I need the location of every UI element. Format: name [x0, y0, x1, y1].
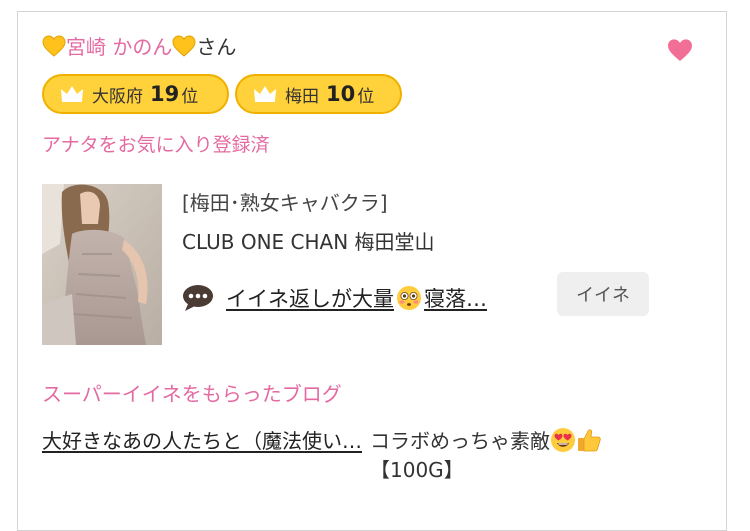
blog-title-link[interactable]: 大好きなあの人たちと（魔法使い…	[42, 427, 362, 456]
message-text-after: 寝落…	[424, 287, 487, 311]
rank-badge-prefecture[interactable]: 大阪府 19 位	[42, 74, 229, 114]
shop-name[interactable]: CLUB ONE CHAN 梅田堂山	[182, 226, 435, 255]
message-row: イイネ返しが大量 寝落…	[182, 283, 487, 313]
comment-text: コラボめっちゃ素敵	[370, 429, 550, 453]
rank-unit: 位	[357, 86, 375, 107]
favorite-heart-icon[interactable]	[667, 38, 693, 62]
yellow-heart-icon	[42, 35, 66, 57]
rank-area: 大阪府	[92, 86, 143, 107]
message-text-before: イイネ返しが大量	[226, 287, 394, 311]
cast-photo[interactable]	[42, 184, 162, 345]
rank-area: 梅田	[285, 86, 319, 107]
honorific: さん	[196, 35, 237, 59]
yellow-heart-icon	[172, 35, 196, 57]
crown-icon	[61, 86, 83, 102]
super-iine-amount: 【100G】	[370, 458, 464, 482]
speech-bubble-icon	[183, 285, 213, 311]
flushed-face-icon	[397, 286, 421, 310]
rank-number: 10	[326, 82, 356, 106]
crown-icon	[254, 86, 276, 102]
rank-badge-area[interactable]: 梅田 10 位	[235, 74, 402, 114]
cast-name-row: 宮崎 かのん さん	[42, 33, 236, 61]
iine-button[interactable]: イイネ	[557, 272, 649, 316]
super-iine-section-title: スーパーイイネをもらったブログ	[42, 382, 342, 406]
rank-unit: 位	[181, 86, 199, 107]
cast-photo-image	[42, 184, 162, 345]
cast-name[interactable]: 宮崎 かのん	[66, 35, 172, 59]
message-link[interactable]: イイネ返しが大量 寝落…	[226, 283, 487, 313]
rank-number: 19	[150, 82, 180, 106]
shop-category: [梅田･熟女キャバクラ]	[182, 191, 388, 215]
heart-eyes-face-icon	[551, 428, 575, 452]
favorite-status-text: アナタをお気に入り登録済	[42, 134, 270, 156]
super-iine-comment: コラボめっちゃ素敵 【100G】	[370, 427, 670, 485]
thumbs-up-icon	[578, 429, 601, 452]
